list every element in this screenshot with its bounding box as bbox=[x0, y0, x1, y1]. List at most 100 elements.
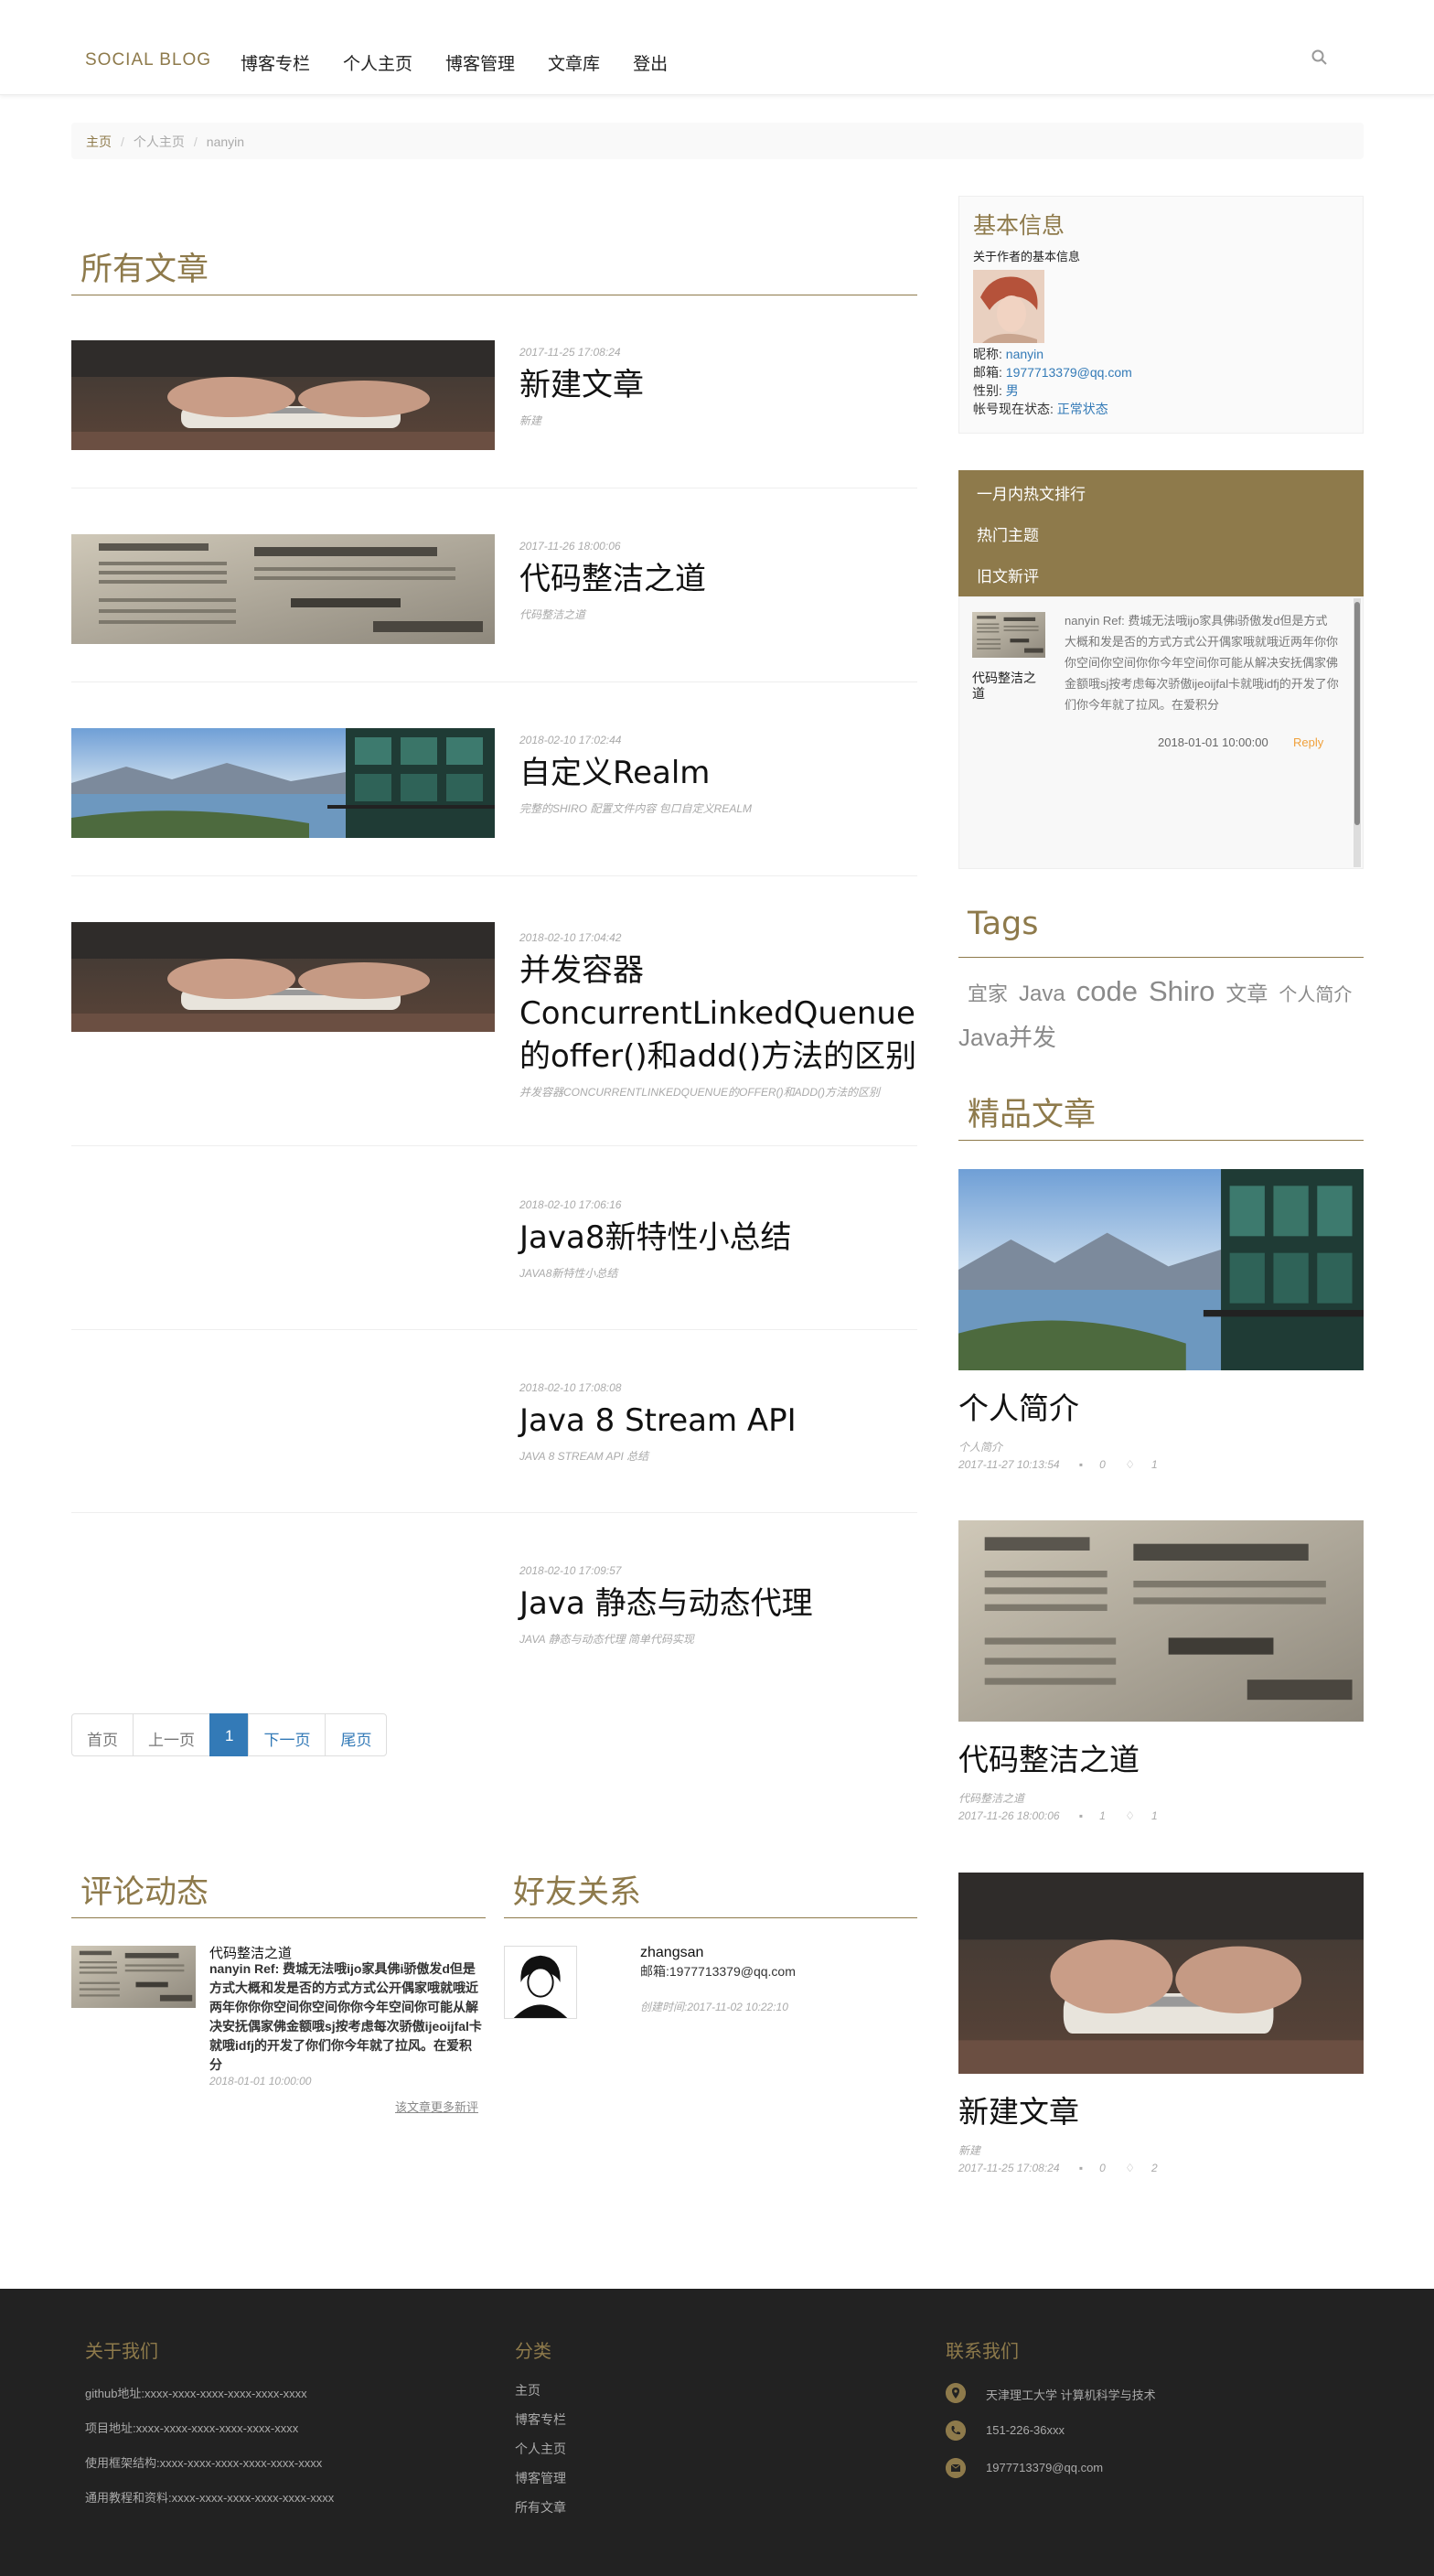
footer-about-line: 通用教程和资料:xxxx-xxxx-xxxx-xxxx-xxxx-xxxx bbox=[85, 2491, 335, 2505]
section-title-recent-comments: 评论动态 bbox=[71, 1866, 486, 1918]
post-item: 2018-02-10 17:06:16 Java8新特性小总结 JAVA8新特性… bbox=[71, 1198, 917, 1330]
page-current-button[interactable]: 1 bbox=[209, 1713, 250, 1756]
footer-about-title: 关于我们 bbox=[85, 2340, 158, 2362]
recent-comment-thumbnail[interactable] bbox=[71, 1946, 196, 2008]
tag-item[interactable]: Shiro bbox=[1149, 975, 1215, 1007]
footer-link-all-posts[interactable]: 所有文章 bbox=[515, 2498, 566, 2517]
post-thumbnail[interactable] bbox=[71, 340, 495, 450]
featured-summary: 代码整洁之道 bbox=[958, 1792, 1025, 1805]
post-title[interactable]: Java 8 Stream API bbox=[519, 1400, 922, 1443]
section-title-tags: Tags bbox=[958, 906, 1364, 958]
footer-link-blog-column[interactable]: 博客专栏 bbox=[515, 2410, 566, 2429]
featured-article: 个人简介 个人简介 2017-11-27 10:13:54 ▪ 0 ♢ 1 bbox=[958, 1169, 1364, 1471]
tag-item[interactable]: 文章 bbox=[1225, 982, 1268, 1005]
nav-item-articles[interactable]: 文章库 bbox=[548, 50, 600, 75]
post-date: 2018-02-10 17:04:42 bbox=[519, 931, 622, 944]
comment-article-title[interactable]: 代码整洁之道 bbox=[972, 671, 1045, 702]
tabs-header: 一月内热文排行 热门主题 旧文新评 bbox=[958, 470, 1364, 596]
post-summary: 完整的SHIRO 配置文件内容 包口自定义REALM bbox=[519, 802, 753, 815]
recent-comment-text: nanyin Ref: 费城无法哦ijo家具佛i骄傲发d但是方式大概和发是否的方… bbox=[209, 1961, 482, 2072]
post-title[interactable]: 代码整洁之道 bbox=[519, 558, 922, 601]
scrollbar[interactable] bbox=[1354, 598, 1361, 867]
post-item: 2017-11-25 17:08:24 新建文章 新建 bbox=[71, 340, 917, 488]
featured-title[interactable]: 个人简介 bbox=[958, 1384, 1364, 1428]
footer-about-line: 项目地址:xxxx-xxxx-xxxx-xxxx-xxxx-xxxx bbox=[85, 2421, 299, 2435]
page-first-button[interactable]: 首页 bbox=[71, 1713, 134, 1756]
page-next-button[interactable]: 下一页 bbox=[248, 1713, 326, 1756]
post-item: 2018-02-10 17:04:42 并发容器ConcurrentLinked… bbox=[71, 922, 917, 1146]
nickname-value: nanyin bbox=[1005, 347, 1044, 361]
friend-avatar[interactable] bbox=[504, 1946, 577, 2019]
footer-about-line: github地址:xxxx-xxxx-xxxx-xxxx-xxxx-xxxx bbox=[85, 2387, 307, 2400]
post-title[interactable]: 自定义Realm bbox=[519, 752, 922, 795]
page-last-button[interactable]: 尾页 bbox=[325, 1713, 388, 1756]
footer-link-blog-manage[interactable]: 博客管理 bbox=[515, 2469, 566, 2487]
comment-date: 2018-01-01 10:00:00 bbox=[1158, 735, 1268, 749]
featured-summary: 新建 bbox=[958, 2144, 981, 2157]
more-comments-link[interactable]: 该文章更多新评 bbox=[395, 2098, 478, 2115]
search-icon[interactable] bbox=[1310, 48, 1330, 68]
nav-item-profile[interactable]: 个人主页 bbox=[343, 50, 412, 75]
comment-count: 1 bbox=[1099, 1809, 1106, 1822]
featured-meta: 2017-11-27 10:13:54 ▪ 0 ♢ 1 bbox=[958, 1458, 1364, 1471]
nav-item-blog-column[interactable]: 博客专栏 bbox=[241, 50, 310, 75]
tag-item[interactable]: code bbox=[1076, 975, 1138, 1007]
author-info-title: 基本信息 bbox=[973, 212, 1065, 239]
tab-monthly-hot[interactable]: 一月内热文排行 bbox=[977, 481, 1086, 504]
page-prev-button[interactable]: 上一页 bbox=[133, 1713, 210, 1756]
nav-item-logout[interactable]: 登出 bbox=[633, 50, 668, 75]
tab-old-new-comments[interactable]: 旧文新评 bbox=[977, 564, 1039, 586]
section-title-featured: 精品文章 bbox=[958, 1089, 1364, 1141]
breadcrumb-home[interactable]: 主页 bbox=[86, 134, 112, 149]
tag-item[interactable]: Java并发 bbox=[958, 1024, 1056, 1051]
post-item: 2018-02-10 17:08:08 Java 8 Stream API JA… bbox=[71, 1381, 917, 1513]
comment-article-thumbnail[interactable] bbox=[972, 612, 1045, 658]
featured-title[interactable]: 新建文章 bbox=[958, 2088, 1364, 2131]
post-item: 2018-02-10 17:09:57 Java 静态与动态代理 JAVA 静态… bbox=[71, 1564, 917, 1656]
featured-image[interactable] bbox=[958, 1520, 1364, 1722]
post-summary: JAVA8新特性小总结 bbox=[519, 1267, 618, 1280]
envelope-icon bbox=[946, 2458, 966, 2478]
breadcrumb-current: nanyin bbox=[206, 134, 245, 149]
featured-summary: 个人简介 bbox=[958, 1441, 1003, 1454]
post-thumbnail[interactable] bbox=[71, 728, 495, 838]
breadcrumb-profile[interactable]: 个人主页 bbox=[134, 134, 185, 149]
post-title[interactable]: 新建文章 bbox=[519, 364, 922, 407]
status-label: 帐号现在状态: bbox=[973, 402, 1054, 416]
nav-menu: 博客专栏 个人主页 博客管理 文章库 登出 bbox=[241, 50, 701, 75]
post-thumbnail[interactable] bbox=[71, 922, 495, 1032]
like-count: 2 bbox=[1150, 2162, 1158, 2174]
map-marker-icon bbox=[946, 2383, 966, 2403]
featured-image[interactable] bbox=[958, 1169, 1364, 1370]
featured-image[interactable] bbox=[958, 1873, 1364, 2074]
post-title[interactable]: 并发容器ConcurrentLinkedQuenue的offer()和add()… bbox=[519, 950, 922, 1079]
post-date: 2018-02-10 17:02:44 bbox=[519, 734, 622, 746]
tab-hot-topics[interactable]: 热门主题 bbox=[977, 522, 1039, 545]
post-date: 2018-02-10 17:09:57 bbox=[519, 1564, 622, 1577]
post-title[interactable]: Java8新特性小总结 bbox=[519, 1217, 922, 1260]
tag-item[interactable]: 个人简介 bbox=[1279, 985, 1352, 1005]
thumbs-up-icon: ♢ bbox=[1125, 1809, 1135, 1822]
reply-link[interactable]: Reply bbox=[1293, 735, 1323, 749]
hot-articles-tabs: 一月内热文排行 热门主题 旧文新评 代码整洁之道 nanyin Ref: 费城无… bbox=[958, 470, 1364, 869]
pagination: 首页 上一页 1 下一页 尾页 bbox=[71, 1713, 388, 1756]
featured-title[interactable]: 代码整洁之道 bbox=[958, 1735, 1364, 1779]
nav-item-blog-manage[interactable]: 博客管理 bbox=[445, 50, 515, 75]
friend-name[interactable]: zhangsan bbox=[640, 1945, 703, 1961]
comment-icon: ▪ bbox=[1078, 1458, 1084, 1471]
section-title-all-posts: 所有文章 bbox=[71, 243, 917, 295]
featured-meta: 2017-11-26 18:00:06 ▪ 1 ♢ 1 bbox=[958, 1809, 1364, 1822]
post-thumbnail[interactable] bbox=[71, 534, 495, 644]
post-summary: JAVA 静态与动态代理 简单代码实现 bbox=[519, 1633, 694, 1646]
footer-link-profile[interactable]: 个人主页 bbox=[515, 2440, 566, 2458]
post-title[interactable]: Java 静态与动态代理 bbox=[519, 1583, 922, 1626]
brand-logo[interactable]: SOCIAL BLOG bbox=[85, 50, 211, 70]
tag-item[interactable]: 宜家 bbox=[968, 982, 1008, 1005]
tag-item[interactable]: Java bbox=[1019, 982, 1065, 1006]
like-count: 1 bbox=[1150, 1809, 1158, 1822]
post-summary: 新建 bbox=[519, 414, 542, 427]
footer-link-home[interactable]: 主页 bbox=[515, 2381, 540, 2399]
post-date: 2017-11-25 17:08:24 bbox=[519, 346, 621, 359]
featured-article: 代码整洁之道 代码整洁之道 2017-11-26 18:00:06 ▪ 1 ♢ 1 bbox=[958, 1520, 1364, 1822]
gender-label: 性别: bbox=[973, 383, 1002, 398]
